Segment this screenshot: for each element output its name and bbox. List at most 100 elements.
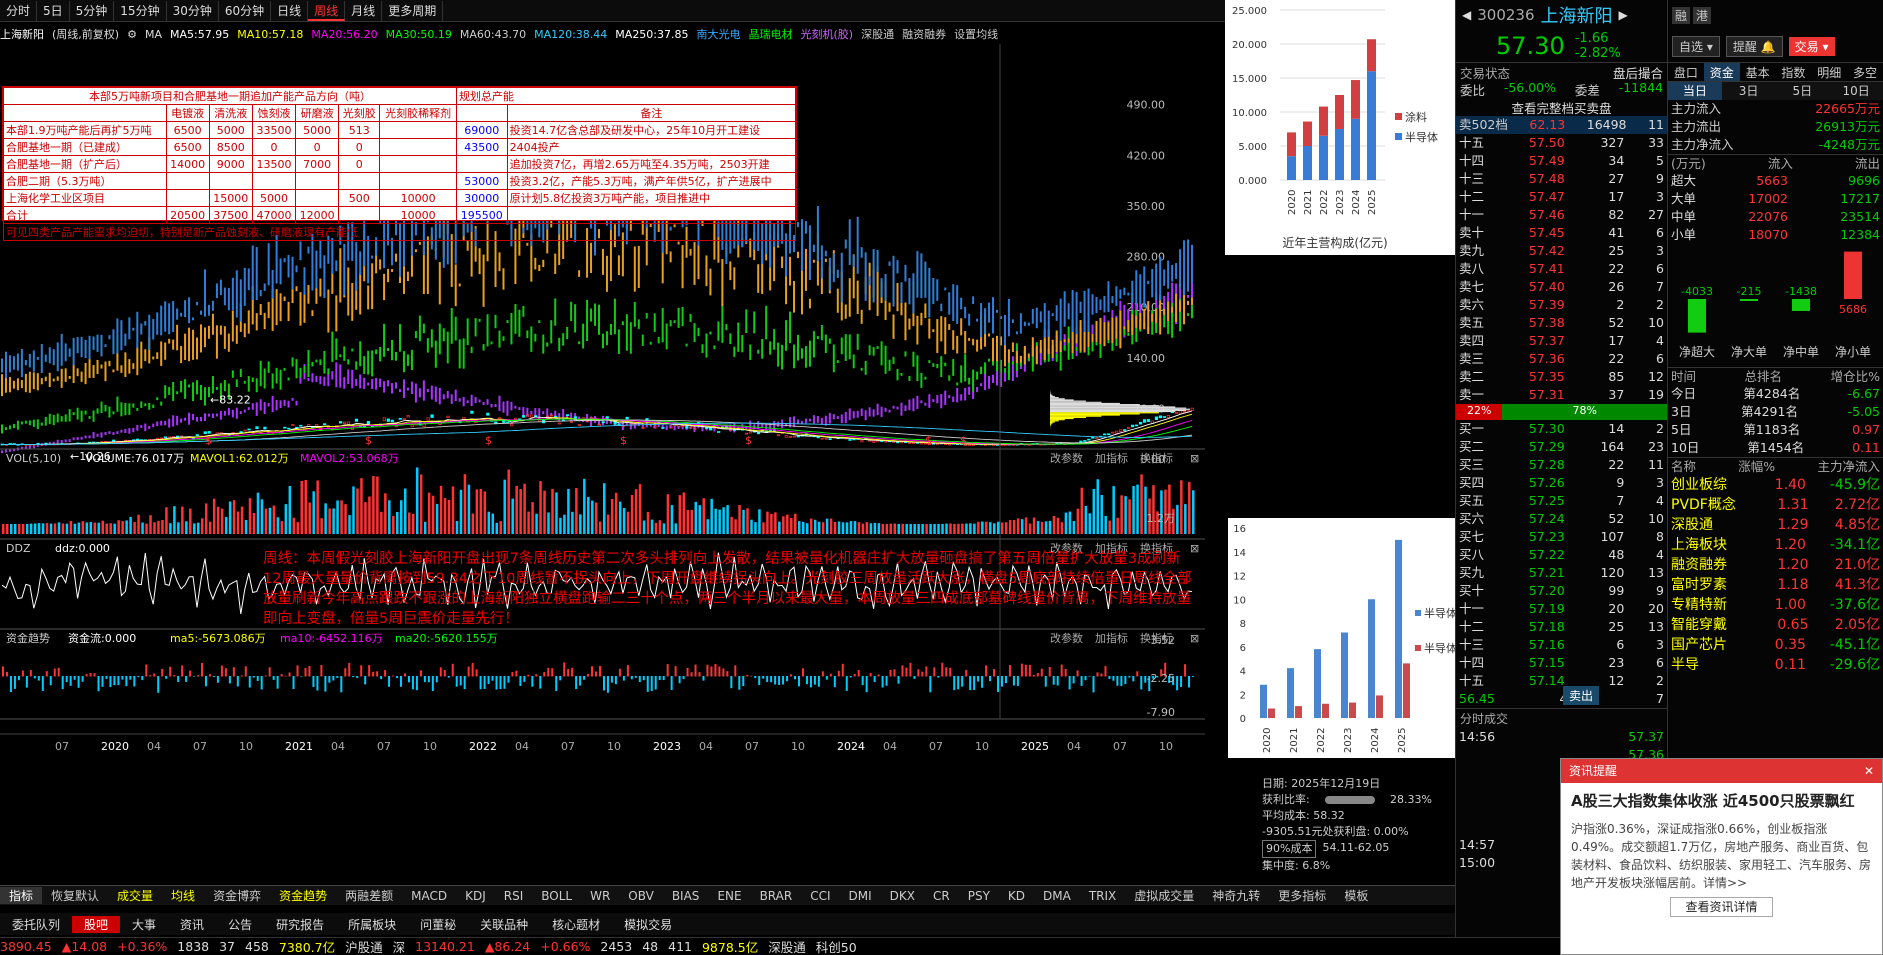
indicator-tab-6[interactable]: 两融差额 xyxy=(336,887,402,904)
fund-tab-0[interactable]: 盘口 xyxy=(1668,63,1704,81)
tag-hk[interactable]: 港 xyxy=(1693,6,1712,24)
fund-subtab-1[interactable]: 3日 xyxy=(1722,82,1776,100)
cost-select[interactable]: 90%成本 xyxy=(1262,840,1317,858)
fund-tab-3[interactable]: 指数 xyxy=(1775,63,1811,81)
indicator-tab-3[interactable]: 均线 xyxy=(162,887,204,904)
indicator-tab-1[interactable]: 恢复默认 xyxy=(42,887,108,904)
fund-close-icon[interactable]: ⊠ xyxy=(1190,632,1199,645)
fund-btn-0[interactable]: 改参数 xyxy=(1050,631,1083,645)
overlay-3[interactable]: 光刻机(胶) xyxy=(801,26,854,42)
indicator-tab-20[interactable]: PSY xyxy=(959,889,999,903)
period-5[interactable]: 60分钟 xyxy=(219,0,272,21)
sector-row[interactable]: 深股通 1.29 4.85亿 xyxy=(1668,515,1883,535)
sector-row[interactable]: 专精特新 1.00 -37.6亿 xyxy=(1668,595,1883,615)
period-6[interactable]: 日线 xyxy=(271,0,309,21)
indicator-tab-0[interactable]: 指标 xyxy=(0,887,43,904)
settings-icon[interactable]: ⚙ xyxy=(127,28,137,41)
close-icon[interactable]: ✕ xyxy=(1864,759,1882,783)
sector-row[interactable]: 创业板综 1.40 -45.9亿 xyxy=(1668,475,1883,495)
indicator-tab-4[interactable]: 资金博弈 xyxy=(204,887,270,904)
fund-btn-2[interactable]: 换指标 xyxy=(1140,631,1173,645)
volume-bar xyxy=(722,507,725,534)
bottom-tab-0[interactable]: 委托队列 xyxy=(0,916,72,933)
fund-subtab-3[interactable]: 10日 xyxy=(1829,82,1883,100)
fund-tab-2[interactable]: 基本 xyxy=(1740,63,1776,81)
link-ma-settings[interactable]: 设置均线 xyxy=(954,26,998,42)
fund-tab-5[interactable]: 多空 xyxy=(1847,63,1883,81)
indicator-tab-11[interactable]: WR xyxy=(581,889,619,903)
indicator-tab-2[interactable]: 成交量 xyxy=(108,887,162,904)
fund-btn-1[interactable]: 加指标 xyxy=(1095,631,1128,645)
fund-tab-1[interactable]: 资金 xyxy=(1703,63,1740,81)
overlay-2[interactable]: 晶瑞电材 xyxy=(749,26,793,42)
vol-btn-0[interactable]: 改参数 xyxy=(1050,451,1083,465)
indicator-tab-17[interactable]: DMI xyxy=(840,889,881,903)
prev-stock-icon[interactable]: ◀ xyxy=(1462,8,1471,22)
sell-button[interactable]: 卖出 xyxy=(1563,686,1600,705)
period-7[interactable]: 周线 xyxy=(308,0,346,21)
full-book-link[interactable]: 查看完整档买卖盘 xyxy=(1456,98,1667,116)
sector-row[interactable]: 富时罗素 1.18 41.3亿 xyxy=(1668,575,1883,595)
fund-tab-4[interactable]: 明细 xyxy=(1811,63,1847,81)
period-0[interactable]: 分时 xyxy=(0,0,38,21)
fund-subtab-0[interactable]: 当日 xyxy=(1668,82,1722,100)
link-margin[interactable]: 融资融券 xyxy=(902,26,946,42)
link-hk[interactable]: 深股通 xyxy=(861,26,894,42)
bottom-tab-5[interactable]: 研究报告 xyxy=(264,916,336,933)
indicator-tab-26[interactable]: 更多指标 xyxy=(1269,887,1335,904)
indicator-tab-18[interactable]: DKX xyxy=(881,889,924,903)
indicator-tab-7[interactable]: MACD xyxy=(402,889,456,903)
indicator-tab-25[interactable]: 神奇九转 xyxy=(1203,887,1269,904)
indicator-tab-21[interactable]: KD xyxy=(999,889,1034,903)
bottom-tab-8[interactable]: 关联品种 xyxy=(468,916,540,933)
trade-button[interactable]: 交易 ▾ xyxy=(1788,36,1835,56)
indicator-tab-27[interactable]: 模板 xyxy=(1335,887,1377,904)
sector-row[interactable]: 半导 0.11 -29.6亿 xyxy=(1668,655,1883,675)
indicator-tab-24[interactable]: 虚拟成交量 xyxy=(1125,887,1203,904)
tag-margin[interactable]: 融 xyxy=(1672,6,1691,24)
vol-btn-1[interactable]: 加指标 xyxy=(1095,451,1128,465)
sector-row[interactable]: PVDF概念 1.31 2.72亿 xyxy=(1668,495,1883,515)
period-2[interactable]: 5分钟 xyxy=(70,0,115,21)
indicator-tab-19[interactable]: CR xyxy=(924,889,959,903)
volume-bar xyxy=(364,502,367,534)
bottom-tab-6[interactable]: 所属板块 xyxy=(336,916,408,933)
indicator-tab-12[interactable]: OBV xyxy=(619,889,663,903)
indicator-tab-23[interactable]: TRIX xyxy=(1080,889,1125,903)
sector-row[interactable]: 融资融券 1.20 21.0亿 xyxy=(1668,555,1883,575)
sector-row[interactable]: 上海板块 1.20 -34.1亿 xyxy=(1668,535,1883,555)
fund-subtab-2[interactable]: 5日 xyxy=(1776,82,1830,100)
bottom-tab-3[interactable]: 资讯 xyxy=(168,916,216,933)
indicator-tab-8[interactable]: KDJ xyxy=(456,889,495,903)
indicator-tab-15[interactable]: BRAR xyxy=(751,889,802,903)
bottom-tab-2[interactable]: 大事 xyxy=(120,916,168,933)
period-4[interactable]: 30分钟 xyxy=(167,0,219,21)
indicator-tab-13[interactable]: BIAS xyxy=(663,889,709,903)
bottom-tab-10[interactable]: 模拟交易 xyxy=(612,916,684,933)
alert-button[interactable]: 提醒 🔔 xyxy=(1725,35,1783,57)
bottom-tab-9[interactable]: 核心题材 xyxy=(540,916,612,933)
indicator-tab-10[interactable]: BOLL xyxy=(532,889,581,903)
news-headline[interactable]: A股三大指数集体收涨 近4500只股票飘红 xyxy=(1561,783,1882,816)
overlay-1[interactable]: 南大光电 xyxy=(697,26,741,42)
bottom-tab-7[interactable]: 问董秘 xyxy=(408,916,468,933)
period-8[interactable]: 月线 xyxy=(345,0,383,21)
period-9[interactable]: 更多周期 xyxy=(382,0,444,21)
sector-row[interactable]: 智能穿戴 0.65 2.05亿 xyxy=(1668,615,1883,635)
indicator-tab-16[interactable]: CCI xyxy=(801,889,839,903)
sector-row[interactable]: 国产芯片 0.35 -45.1亿 xyxy=(1668,635,1883,655)
next-stock-icon[interactable]: ▶ xyxy=(1619,8,1628,22)
period-1[interactable]: 5日 xyxy=(37,0,70,21)
bottom-tab-4[interactable]: 公告 xyxy=(216,916,264,933)
indicator-tab-5[interactable]: 资金趋势 xyxy=(270,887,336,904)
bottom-tab-1[interactable]: 股吧 xyxy=(72,915,121,933)
news-detail-button[interactable]: 查看资讯详情 xyxy=(1670,897,1773,917)
indicator-tab-9[interactable]: RSI xyxy=(495,889,533,903)
indicator-tab-22[interactable]: DMA xyxy=(1034,889,1080,903)
period-3[interactable]: 15分钟 xyxy=(114,0,167,21)
watchlist-button[interactable]: 自选 ▾ xyxy=(1672,35,1720,57)
fund-bar xyxy=(197,675,200,677)
indicator-tab-14[interactable]: ENE xyxy=(708,889,750,903)
vol-close-icon[interactable]: ⊠ xyxy=(1190,452,1199,465)
vol-btn-2[interactable]: 换指标 xyxy=(1140,451,1173,465)
